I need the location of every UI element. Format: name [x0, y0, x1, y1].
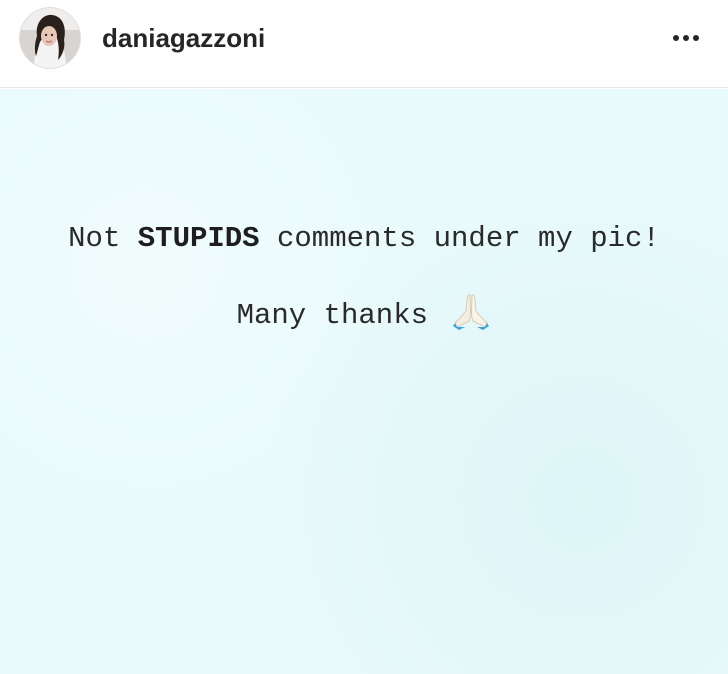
image-text-before: Not: [68, 222, 138, 255]
instagram-post: daniagazzoni Not STUPIDS comments under …: [0, 0, 728, 674]
folded-hands-icon: [451, 291, 491, 340]
username[interactable]: daniagazzoni: [102, 22, 265, 54]
more-horizontal-icon: [673, 35, 699, 41]
image-text-line-1: Not STUPIDS comments under my pic!: [0, 222, 728, 255]
image-text-bold-word: STUPIDS: [137, 222, 260, 255]
image-text-thanks: Many thanks: [236, 299, 446, 332]
image-text-after: comments under my pic!: [259, 222, 660, 255]
post-image[interactable]: Not STUPIDS comments under my pic! Many …: [0, 89, 728, 674]
image-text-line-2: Many thanks: [0, 291, 728, 340]
profile-photo-icon: [20, 8, 80, 68]
avatar[interactable]: [20, 8, 80, 68]
more-options-button[interactable]: [666, 22, 706, 54]
post-header: daniagazzoni: [0, 0, 728, 88]
